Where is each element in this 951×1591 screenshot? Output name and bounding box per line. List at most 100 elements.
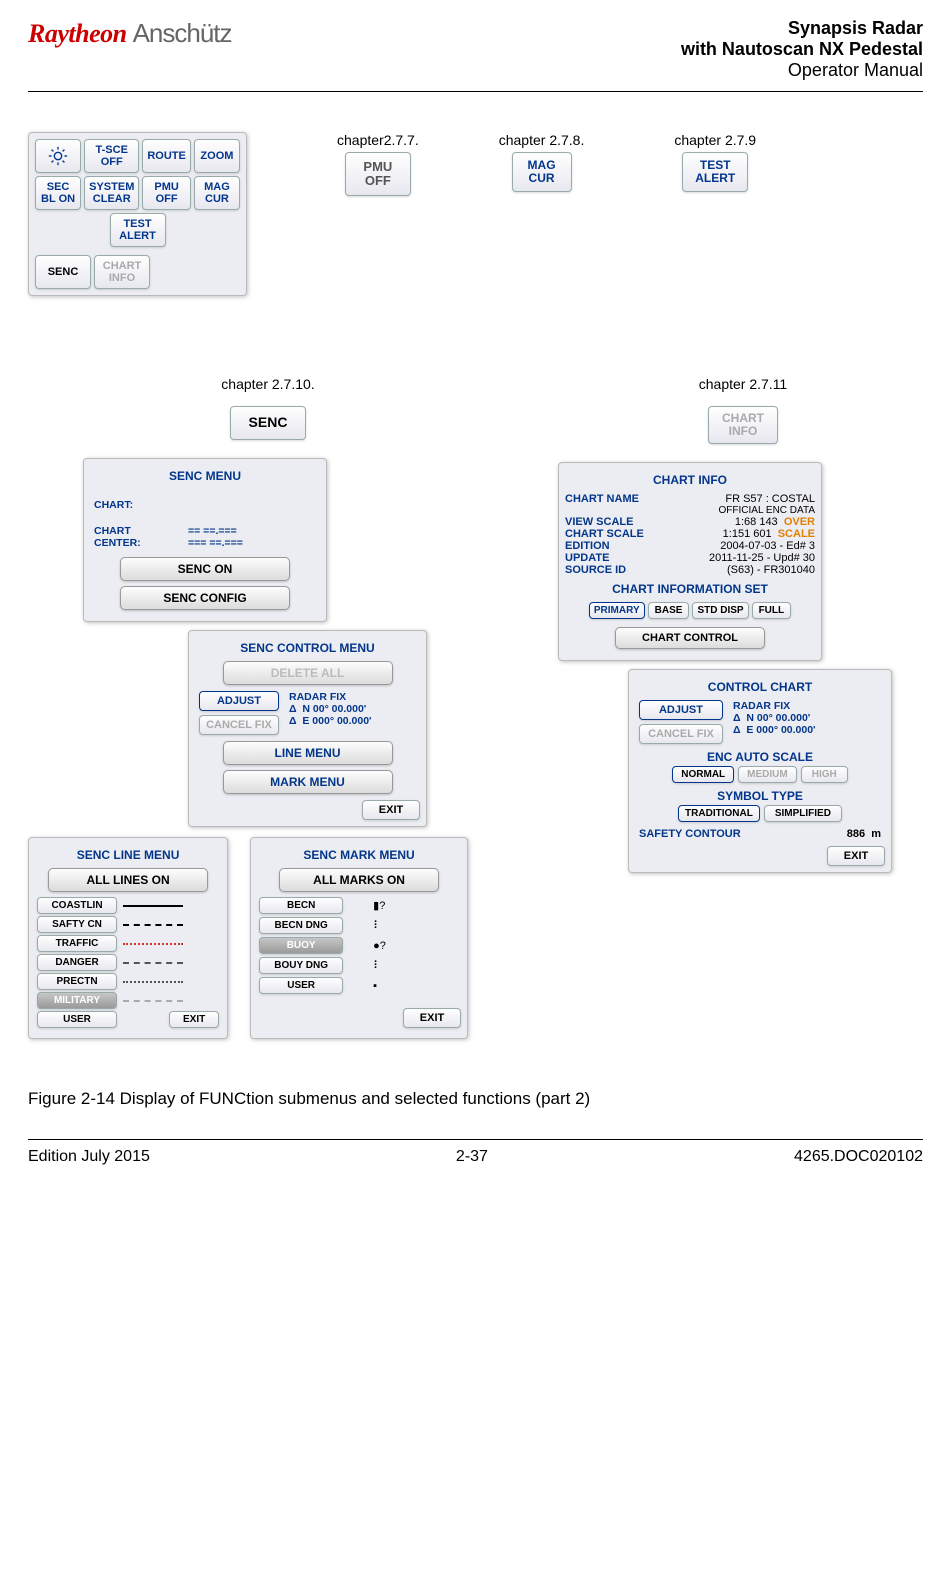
- mark-symbol-icon: ▮?: [373, 899, 385, 912]
- chart-label: CHART:: [94, 499, 316, 511]
- zoom-button[interactable]: ZOOM: [194, 139, 240, 173]
- full-button[interactable]: FULL: [752, 602, 792, 619]
- cc-adjust-button[interactable]: ADJUST: [639, 700, 723, 720]
- cc-radar-fix-e: E 000° 00.000': [746, 724, 815, 736]
- chart-control-button[interactable]: CHART CONTROL: [615, 627, 765, 649]
- line-item[interactable]: USER: [37, 1011, 117, 1028]
- chart-info-title: CHART INFO: [565, 473, 815, 487]
- safety-contour-value: 886: [847, 828, 865, 840]
- callout-test: chapter 2.7.9 TEST ALERT: [674, 132, 756, 192]
- chart-info-callout[interactable]: CHART INFO: [708, 406, 778, 444]
- mark-item[interactable]: BOUY DNG: [259, 957, 343, 974]
- control-chart-title: CONTROL CHART: [635, 680, 885, 694]
- std-disp-button[interactable]: STD DISP: [692, 602, 748, 619]
- senc-line-panel: SENC LINE MENU ALL LINES ON COASTLIN SAF…: [28, 837, 228, 1039]
- pmu-off-button[interactable]: PMU OFF: [142, 176, 191, 210]
- update-label: UPDATE: [565, 552, 609, 564]
- line-item[interactable]: SAFTY CN: [37, 916, 117, 933]
- mark-item[interactable]: BECN: [259, 897, 343, 914]
- enc-auto-scale-title: ENC AUTO SCALE: [635, 750, 885, 764]
- tsce-off-button[interactable]: T-SCE OFF: [84, 139, 139, 173]
- secbl-on-button[interactable]: SEC BL ON: [35, 176, 81, 210]
- view-scale-label: VIEW SCALE: [565, 516, 633, 528]
- logo-group: Raytheon Anschütz: [28, 18, 232, 49]
- mag-cur-callout[interactable]: MAG CUR: [512, 152, 572, 192]
- cancel-fix-button[interactable]: CANCEL FIX: [199, 715, 279, 735]
- chart-info-set-title: CHART INFORMATION SET: [565, 582, 815, 596]
- chart-center-v1: == ==.===: [188, 525, 243, 537]
- mark-item[interactable]: BECN DNG: [259, 917, 343, 934]
- mag-cur-button[interactable]: MAG CUR: [194, 176, 240, 210]
- chart-name-v2: OFFICIAL ENC DATA: [719, 505, 816, 516]
- line-menu-button[interactable]: LINE MENU: [223, 741, 393, 765]
- line-item[interactable]: DANGER: [37, 954, 117, 971]
- base-button[interactable]: BASE: [648, 602, 690, 619]
- sun-icon-button[interactable]: [35, 139, 81, 173]
- traditional-button[interactable]: TRADITIONAL: [678, 805, 760, 822]
- title-line-3: Operator Manual: [681, 60, 923, 81]
- senc-on-button[interactable]: SENC ON: [120, 557, 290, 581]
- chapter-2711-label: chapter 2.7.11: [588, 376, 898, 392]
- simplified-button[interactable]: SIMPLIFIED: [764, 805, 842, 822]
- mark-symbol-icon: ●?: [373, 940, 386, 952]
- senc-control-exit-button[interactable]: EXIT: [362, 800, 420, 820]
- source-id-value: (S63) - FR301040: [727, 564, 815, 576]
- adjust-button[interactable]: ADJUST: [199, 691, 279, 711]
- pmu-off-callout[interactable]: PMU OFF: [345, 152, 411, 196]
- mark-symbol-icon: ⠇: [373, 919, 381, 932]
- mark-item[interactable]: BUOY: [259, 937, 343, 954]
- over-tag: OVER: [784, 516, 815, 528]
- line-item[interactable]: PRECTN: [37, 973, 117, 990]
- cc-cancel-fix-button[interactable]: CANCEL FIX: [639, 724, 723, 744]
- primary-button[interactable]: PRIMARY: [589, 602, 645, 619]
- all-marks-on-button[interactable]: ALL MARKS ON: [279, 868, 439, 892]
- function-grid-panel: T-SCE OFF ROUTE ZOOM SEC BL ON SYSTEM CL…: [28, 132, 247, 296]
- senc-menu-title: SENC MENU: [90, 469, 320, 483]
- senc-line-exit-button[interactable]: EXIT: [169, 1011, 219, 1028]
- figure-caption: Figure 2-14 Display of FUNCtion submenus…: [28, 1089, 923, 1109]
- row-2: chapter 2.7.10. SENC SENC MENU CHART: CH…: [28, 376, 923, 1039]
- mark-menu-button[interactable]: MARK MENU: [223, 770, 393, 794]
- callout-mag: chapter 2.7.8. MAG CUR: [499, 132, 585, 192]
- chart-info-panel: CHART INFO CHART NAMEFR S57 : COSTAL OFF…: [558, 462, 822, 661]
- raytheon-logo: Raytheon: [28, 19, 127, 49]
- radar-fix-n: N 00° 00.000': [302, 703, 366, 715]
- mark-item[interactable]: USER: [259, 977, 343, 994]
- page-header: Raytheon Anschütz Synapsis Radar with Na…: [28, 18, 923, 92]
- control-chart-exit-button[interactable]: EXIT: [827, 846, 885, 866]
- all-lines-on-button[interactable]: ALL LINES ON: [48, 868, 208, 892]
- footer-right: 4265.DOC020102: [794, 1148, 923, 1166]
- chart-center-v2: === ==.===: [188, 537, 243, 549]
- line-item[interactable]: COASTLIN: [37, 897, 117, 914]
- footer-center: 2-37: [456, 1148, 488, 1166]
- high-button[interactable]: HIGH: [801, 766, 848, 783]
- chart-scale-label: CHART SCALE: [565, 528, 644, 540]
- test-alert-button[interactable]: TEST ALERT: [110, 213, 166, 247]
- medium-button[interactable]: MEDIUM: [738, 766, 797, 783]
- title-line-1: Synapsis Radar: [681, 18, 923, 39]
- page-footer: Edition July 2015 2-37 4265.DOC020102: [28, 1139, 923, 1166]
- line-item[interactable]: MILITARY: [37, 992, 117, 1009]
- delete-all-button[interactable]: DELETE ALL: [223, 661, 393, 685]
- title-line-2: with Nautoscan NX Pedestal: [681, 39, 923, 60]
- anschutz-logo: Anschütz: [133, 18, 232, 49]
- control-chart-panel: CONTROL CHART ADJUST CANCEL FIX RADAR FI…: [628, 669, 892, 873]
- edition-label: EDITION: [565, 540, 610, 552]
- senc-mark-title: SENC MARK MENU: [257, 848, 461, 862]
- chart-center-label: CHART CENTER:: [94, 525, 164, 549]
- test-alert-callout[interactable]: TEST ALERT: [682, 152, 748, 192]
- chapter-279-label: chapter 2.7.9: [674, 132, 756, 148]
- chart-scale-value: 1:151 601: [723, 528, 772, 540]
- route-button[interactable]: ROUTE: [142, 139, 191, 173]
- section-2711: chapter 2.7.11 CHART INFO CHART INFO CHA…: [588, 376, 898, 1039]
- senc-callout[interactable]: SENC: [230, 406, 306, 440]
- chart-info-button[interactable]: CHART INFO: [94, 255, 150, 289]
- senc-mark-panel: SENC MARK MENU ALL MARKS ON BECN ▮? BECN …: [250, 837, 468, 1039]
- senc-button[interactable]: SENC: [35, 255, 91, 289]
- line-item[interactable]: TRAFFIC: [37, 935, 117, 952]
- normal-button[interactable]: NORMAL: [672, 766, 734, 783]
- system-clear-button[interactable]: SYSTEM CLEAR: [84, 176, 139, 210]
- senc-config-button[interactable]: SENC CONFIG: [120, 586, 290, 610]
- senc-mark-exit-button[interactable]: EXIT: [403, 1008, 461, 1028]
- scale-tag: SCALE: [778, 528, 815, 540]
